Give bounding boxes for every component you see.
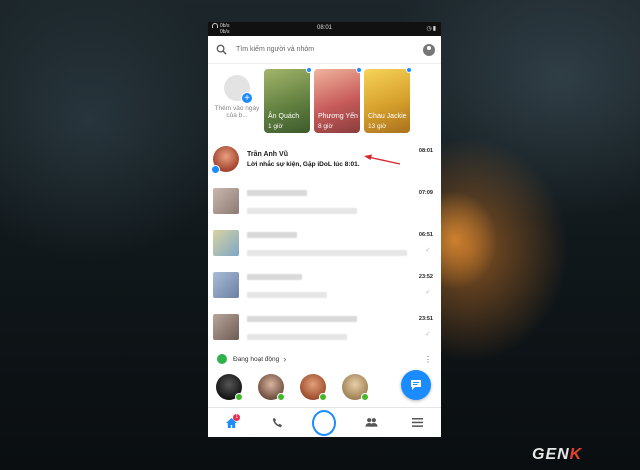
chat-time: 23:51 xyxy=(418,316,433,322)
chat-item[interactable]: 06:51 ✓ xyxy=(208,222,441,264)
active-friend-avatar[interactable] xyxy=(342,374,369,401)
story-name: Phương Yến xyxy=(318,113,358,120)
seen-icon: ✓ xyxy=(425,247,431,254)
search-input[interactable]: Tìm kiếm người và nhóm xyxy=(228,46,423,53)
chat-bubble-icon xyxy=(411,380,421,390)
chat-item[interactable]: 23:52 ✓ xyxy=(208,264,441,306)
story-card[interactable]: Ân Quách 1 giờ xyxy=(264,67,312,133)
blurred-name xyxy=(247,190,307,196)
search-bar[interactable]: Tìm kiếm người và nhóm xyxy=(208,36,441,64)
messenger-screen: 0b/s 0b/s 08:01 ◷▮ Tìm kiếm người và nhóm… xyxy=(208,22,441,437)
blurred-preview xyxy=(247,208,357,214)
online-indicator xyxy=(235,393,243,401)
chat-name: Trần Anh Vũ xyxy=(247,150,288,158)
blurred-name xyxy=(247,316,357,322)
list-icon xyxy=(412,418,424,427)
chat-item[interactable]: 23:51 ✓ xyxy=(208,306,441,348)
red-arrow-annotation xyxy=(364,154,401,165)
blurred-preview xyxy=(247,292,327,298)
online-indicator xyxy=(319,393,327,401)
story-unseen-dot xyxy=(356,67,362,73)
blurred-preview xyxy=(247,250,407,256)
notification-badge: 1 xyxy=(233,413,241,421)
chat-avatar xyxy=(213,314,239,340)
phone-icon xyxy=(273,417,283,428)
chat-avatar xyxy=(213,230,239,256)
story-time: 1 giờ xyxy=(268,123,283,130)
people-icon xyxy=(365,418,378,427)
status-time: 08:01 xyxy=(316,25,332,31)
chat-time: 06:51 xyxy=(418,232,433,238)
chat-item[interactable]: Trần Anh Vũ Lời nhắc sự kiện, Gặp iDoL l… xyxy=(208,138,441,180)
add-story-button[interactable]: + Thêm vào ngày của b... xyxy=(214,69,260,136)
chat-time: 07:09 xyxy=(418,190,433,196)
chat-avatar xyxy=(211,146,239,174)
seen-icon: ✓ xyxy=(425,331,431,338)
chevron-right-icon: › xyxy=(283,354,287,364)
story-card[interactable]: Chau Jackie 13 giờ xyxy=(364,67,412,133)
nav-camera[interactable] xyxy=(312,409,337,436)
active-now-header[interactable]: Đang hoạt động › ⋮ xyxy=(208,352,441,366)
battery-icon: ▮ xyxy=(432,26,437,32)
chat-item[interactable]: 07:09 xyxy=(208,180,441,222)
story-time: 13 giờ xyxy=(368,123,387,130)
nav-discover[interactable] xyxy=(406,411,430,435)
more-options-icon[interactable]: ⋮ xyxy=(424,355,432,364)
messenger-badge-icon xyxy=(211,165,220,174)
story-time: 8 giờ xyxy=(318,123,333,130)
chat-list: Trần Anh Vũ Lời nhắc sự kiện, Gặp iDoL l… xyxy=(208,138,441,348)
nav-people[interactable] xyxy=(359,411,383,435)
chat-preview: Lời nhắc sự kiện, Gặp iDoL lúc 8:01. xyxy=(247,160,360,168)
active-now-label: Đang hoạt động xyxy=(233,355,280,363)
add-story-label: Thêm vào ngày của b... xyxy=(214,105,260,119)
nav-calls[interactable] xyxy=(266,411,290,435)
online-indicator xyxy=(277,393,285,401)
chat-avatar xyxy=(213,272,239,298)
story-name: Ân Quách xyxy=(268,113,300,120)
active-friend-avatar[interactable] xyxy=(258,374,285,401)
genk-watermark-logo: GENK xyxy=(532,446,583,463)
status-bar: 0b/s 0b/s 08:01 ◷▮ xyxy=(208,22,441,36)
active-people-icon xyxy=(217,354,227,364)
add-story-circle: + xyxy=(224,75,253,104)
seen-icon: ✓ xyxy=(425,289,431,296)
story-card[interactable]: Phương Yến 8 giờ xyxy=(314,67,362,133)
story-unseen-dot xyxy=(406,67,412,73)
chat-time: 23:52 xyxy=(418,274,433,280)
story-unseen-dot xyxy=(306,67,312,73)
profile-avatar[interactable] xyxy=(423,43,435,56)
blurred-name xyxy=(247,232,297,238)
chat-avatar xyxy=(213,188,239,214)
plus-icon: + xyxy=(241,92,253,104)
story-name: Chau Jackie xyxy=(368,113,407,120)
search-icon[interactable] xyxy=(214,43,228,57)
stories-row: + Thêm vào ngày của b... Ân Quách 1 giờ … xyxy=(208,64,441,136)
online-indicator xyxy=(361,393,369,401)
camera-shutter-icon xyxy=(312,409,337,436)
chat-time: 08:01 xyxy=(418,148,433,154)
blurred-name xyxy=(247,274,302,280)
active-friend-avatar[interactable] xyxy=(300,374,327,401)
blurred-preview xyxy=(247,334,347,340)
bottom-navigation: 1 xyxy=(208,407,441,437)
nav-home[interactable]: 1 xyxy=(219,411,243,435)
active-friend-avatar[interactable] xyxy=(216,374,243,401)
status-icons: ◷▮ xyxy=(426,25,437,32)
compose-message-button[interactable] xyxy=(401,370,431,400)
